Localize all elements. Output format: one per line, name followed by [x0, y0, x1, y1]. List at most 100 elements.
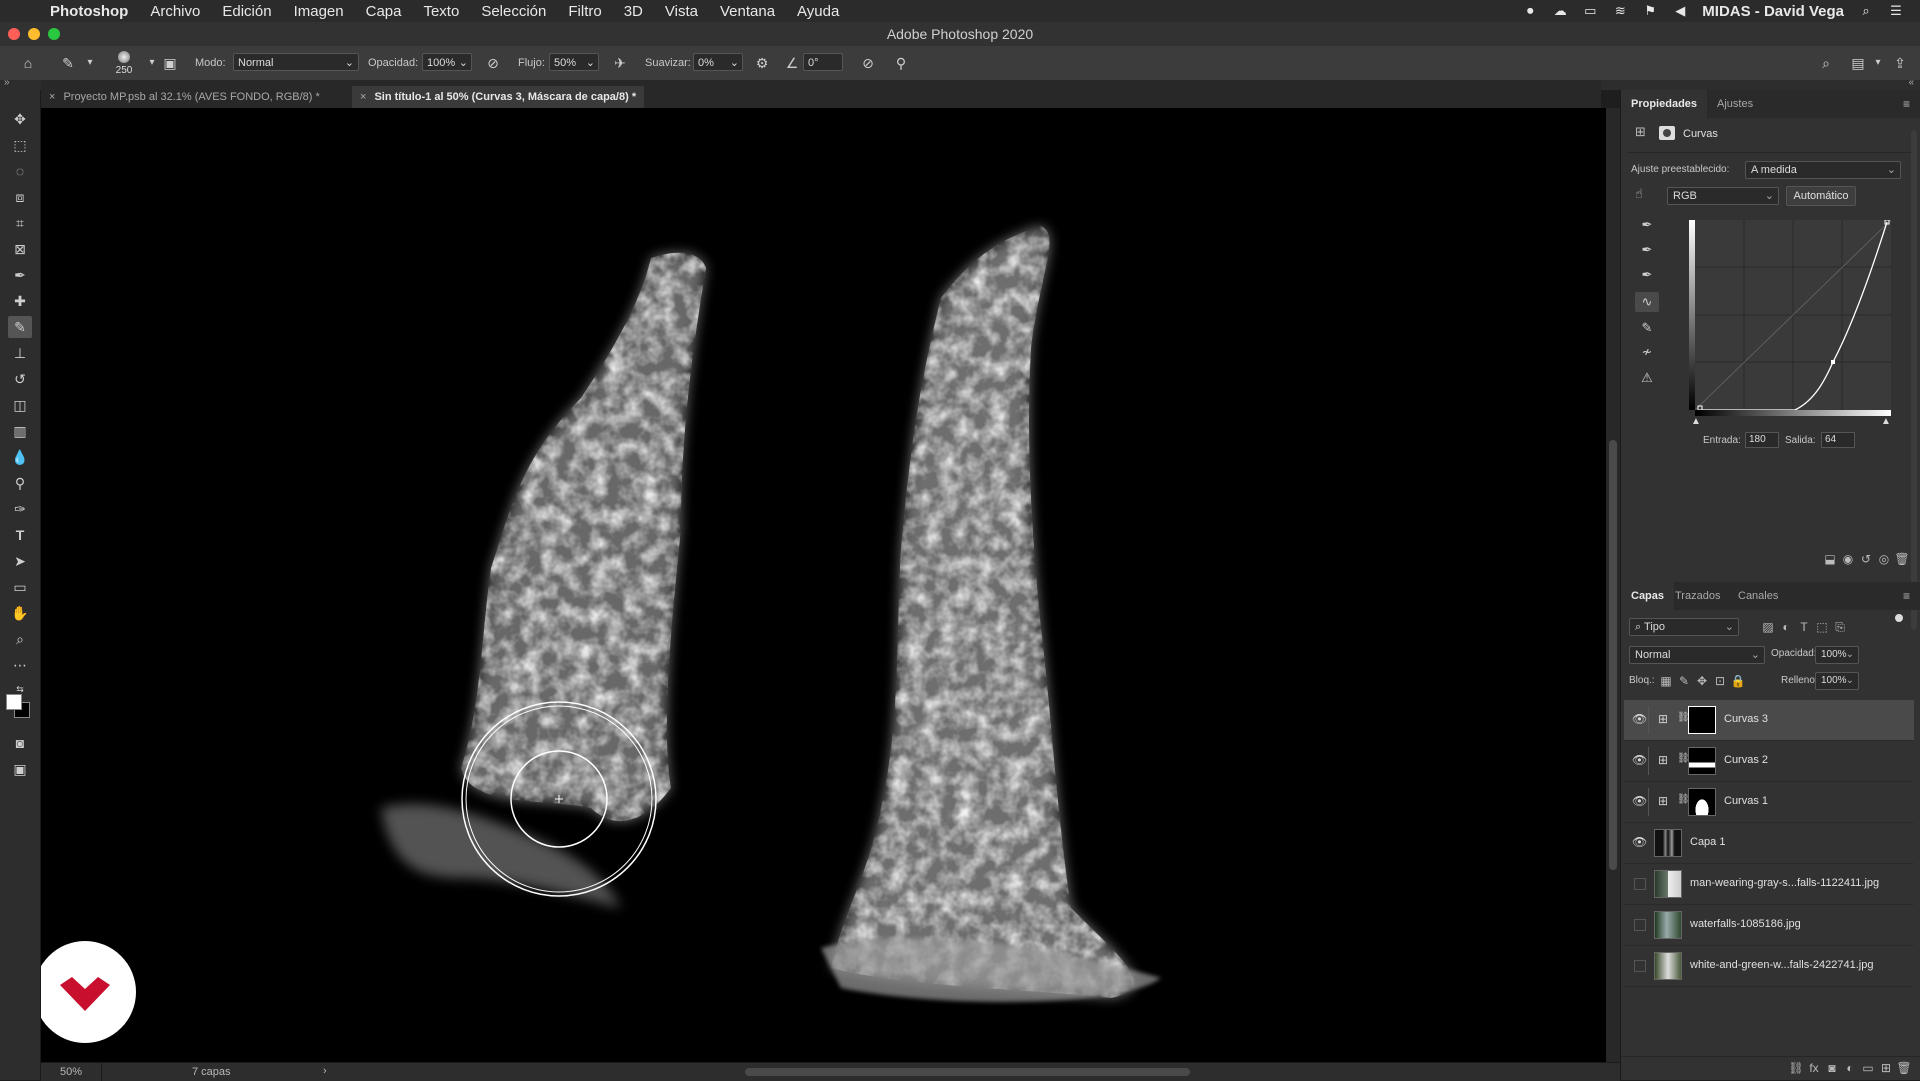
- menu-imagen[interactable]: Imagen: [294, 3, 344, 20]
- curve-edit-icon[interactable]: ∿: [1635, 292, 1659, 312]
- close-icon[interactable]: ×: [49, 91, 55, 103]
- gradient-tool-icon[interactable]: ▥: [8, 420, 32, 442]
- pen-tool-icon[interactable]: ✑: [8, 498, 32, 520]
- lasso-tool-icon[interactable]: ◌: [8, 160, 32, 182]
- shape-filter-icon[interactable]: ⬚: [1813, 620, 1831, 634]
- black-point-eyedropper-icon[interactable]: ✒: [1635, 215, 1659, 235]
- menu-ayuda[interactable]: Ayuda: [797, 3, 839, 20]
- layer-row-capa-1[interactable]: 👁 Capa 1: [1624, 823, 1914, 864]
- foreground-color-swatch[interactable]: [6, 694, 22, 710]
- close-icon[interactable]: ×: [360, 91, 366, 103]
- opacity-input[interactable]: 100% ⌄: [422, 53, 472, 71]
- trash-icon[interactable]: 🗑: [1895, 1061, 1913, 1075]
- eye-icon[interactable]: 👁: [1632, 753, 1647, 767]
- layer-thumbnail[interactable]: [1654, 952, 1682, 980]
- menu-texto[interactable]: Texto: [423, 3, 459, 20]
- clip-to-layer-icon[interactable]: ⬓: [1821, 552, 1839, 566]
- horizontal-scroll-thumb[interactable]: [745, 1068, 1190, 1076]
- user-name[interactable]: MIDAS - David Vega: [1702, 3, 1844, 20]
- layer-row-white-and-green[interactable]: white-and-green-w...falls-2422741.jpg: [1624, 946, 1914, 987]
- white-slider-icon[interactable]: ▲: [1881, 416, 1891, 427]
- link-layers-icon[interactable]: ⛓: [1787, 1061, 1805, 1075]
- flow-input[interactable]: 50% ⌄: [549, 53, 599, 71]
- workspace-icon[interactable]: ▤: [1848, 53, 1868, 73]
- document-canvas[interactable]: [41, 108, 1606, 1062]
- menu-capa[interactable]: Capa: [366, 3, 402, 20]
- view-previous-icon[interactable]: ◉: [1839, 552, 1857, 566]
- path-select-tool-icon[interactable]: ➤: [8, 550, 32, 572]
- layer-thumbnail[interactable]: [1654, 870, 1682, 898]
- preset-select[interactable]: A medida ⌄: [1745, 161, 1901, 179]
- smoothing-input[interactable]: 0% ⌄: [693, 53, 743, 71]
- reset-icon[interactable]: ↺: [1857, 552, 1875, 566]
- flag-icon[interactable]: ⚑: [1642, 4, 1658, 18]
- pencil-draw-icon[interactable]: ✎: [1635, 318, 1659, 338]
- blend-mode-select[interactable]: Normal ⌄: [1629, 646, 1765, 664]
- clipping-warning-icon[interactable]: ⚠: [1635, 368, 1659, 388]
- mode-select[interactable]: Normal ⌄: [233, 53, 359, 71]
- airbrush-icon[interactable]: ✈: [610, 53, 630, 73]
- layer-mask-thumbnail[interactable]: [1688, 747, 1716, 775]
- volume-icon[interactable]: ◀: [1672, 4, 1688, 18]
- eye-icon[interactable]: 👁: [1632, 794, 1647, 808]
- blur-tool-icon[interactable]: 💧: [8, 446, 32, 468]
- healing-tool-icon[interactable]: ✚: [8, 290, 32, 312]
- channel-select[interactable]: RGB ⌄: [1667, 187, 1779, 205]
- brush-tool-icon[interactable]: ✎: [58, 53, 78, 73]
- filter-toggle[interactable]: [1895, 614, 1903, 622]
- gear-icon[interactable]: ⚙: [752, 53, 772, 73]
- white-point-eyedropper-icon[interactable]: ✒: [1635, 265, 1659, 285]
- tab-proyecto-mp[interactable]: × Proyecto MP.psb al 32.1% (AVES FONDO, R…: [41, 86, 328, 108]
- fx-icon[interactable]: fx: [1805, 1061, 1823, 1075]
- layer-mask-thumbnail[interactable]: [1688, 788, 1716, 816]
- stamp-tool-icon[interactable]: ⊥: [8, 342, 32, 364]
- brush-settings-icon[interactable]: ▣: [160, 53, 180, 73]
- new-adjustment-icon[interactable]: ◐: [1841, 1061, 1859, 1075]
- control-center-icon[interactable]: ☰: [1888, 4, 1904, 18]
- home-icon[interactable]: ⌂: [18, 53, 38, 73]
- target-adjust-icon[interactable]: ☝: [1635, 186, 1643, 202]
- menu-vista[interactable]: Vista: [665, 3, 698, 20]
- chevron-down-icon[interactable]: ▾: [142, 53, 162, 73]
- share-icon[interactable]: ⇪: [1890, 53, 1910, 73]
- curves-graph[interactable]: [1694, 219, 1892, 411]
- eraser-tool-icon[interactable]: ◫: [8, 394, 32, 416]
- search-icon[interactable]: ⌕: [1816, 53, 1836, 73]
- brush-preset-picker[interactable]: 250: [110, 50, 138, 78]
- tab-canales[interactable]: Canales: [1728, 582, 1788, 610]
- properties-scrollbar[interactable]: [1911, 130, 1917, 630]
- panel-menu-icon[interactable]: ≡: [1903, 590, 1915, 602]
- more-tools-icon[interactable]: ⋯: [8, 654, 32, 676]
- add-mask-icon[interactable]: ◙: [1823, 1061, 1841, 1075]
- trash-icon[interactable]: 🗑: [1893, 552, 1911, 566]
- tab-sin-titulo[interactable]: × Sin título-1 al 50% (Curvas 3, Máscara …: [352, 86, 645, 108]
- visibility-toggle[interactable]: [1634, 919, 1646, 931]
- visibility-icon[interactable]: ◎: [1875, 552, 1893, 566]
- doc-info[interactable]: 7 capas: [192, 1066, 231, 1078]
- move-tool-icon[interactable]: ✥: [8, 108, 32, 130]
- chevron-down-icon[interactable]: ▾: [80, 53, 100, 73]
- layer-filter-select[interactable]: ⌕ Tipo ⌄: [1629, 618, 1739, 636]
- layer-row-curvas-1[interactable]: 👁 ⊞ ⛓ Curvas 1: [1624, 782, 1914, 823]
- tab-propiedades[interactable]: Propiedades: [1621, 90, 1708, 118]
- black-slider-icon[interactable]: ▲: [1691, 416, 1701, 427]
- lock-artboard-icon[interactable]: ⊡: [1711, 674, 1729, 688]
- layer-row-curvas-3[interactable]: 👁 ⊞ ⛓ Curvas 3: [1624, 700, 1914, 741]
- marquee-tool-icon[interactable]: ⬚: [8, 134, 32, 156]
- object-select-tool-icon[interactable]: ⧈: [8, 186, 32, 208]
- layer-mask-thumbnail[interactable]: [1688, 706, 1716, 734]
- layer-row-waterfalls[interactable]: waterfalls-1085186.jpg: [1624, 905, 1914, 946]
- menu-app[interactable]: Photoshop: [50, 3, 128, 20]
- pressure-opacity-icon[interactable]: ⊘: [483, 53, 503, 73]
- screen-mode-icon[interactable]: ▣: [8, 758, 32, 780]
- menu-ventana[interactable]: Ventana: [720, 3, 775, 20]
- tab-trazados[interactable]: Trazados: [1665, 582, 1730, 610]
- tab-ajustes[interactable]: Ajustes: [1707, 90, 1763, 118]
- output-field[interactable]: 64: [1821, 432, 1855, 448]
- new-layer-icon[interactable]: ⊞: [1877, 1061, 1895, 1075]
- lock-transparency-icon[interactable]: ▦: [1657, 674, 1675, 688]
- display-icon[interactable]: ▭: [1582, 4, 1598, 18]
- mask-icon[interactable]: [1659, 126, 1675, 140]
- visibility-toggle[interactable]: [1634, 960, 1646, 972]
- eye-icon[interactable]: 👁: [1632, 835, 1647, 849]
